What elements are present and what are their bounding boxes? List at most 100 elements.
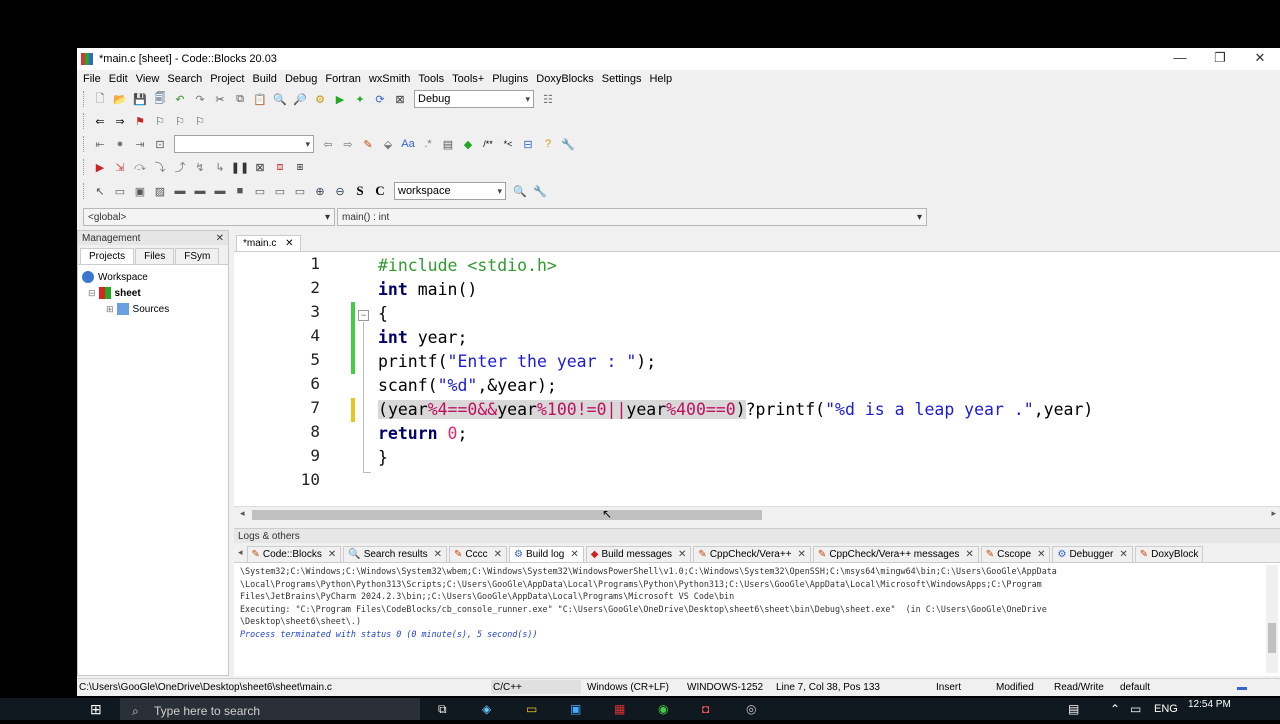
tree-item-workspace[interactable]: Workspace: [82, 269, 224, 285]
highlight-icon[interactable]: ✎: [360, 136, 376, 152]
tab-cppcheck-messages[interactable]: ✎ CppCheck/Vera++ messages ✕: [812, 546, 979, 562]
bookmark-next-icon[interactable]: ⚐: [172, 113, 188, 129]
align-3-icon[interactable]: ▬: [212, 183, 228, 199]
build-log-output[interactable]: \System32;C:\Windows;C:\Windows\System32…: [234, 563, 1280, 669]
new-file-icon[interactable]: 🗋: [92, 91, 108, 107]
bookmark-prev-icon[interactable]: ⚐: [152, 113, 168, 129]
doxyblocks-icon[interactable]: ▤: [440, 136, 456, 152]
tab-files[interactable]: Files: [135, 248, 175, 264]
scroll-right-icon[interactable]: ▸: [1271, 508, 1276, 519]
restore-button[interactable]: ❐: [1200, 48, 1240, 70]
next-instruction-icon[interactable]: ↯: [192, 159, 208, 175]
save-icon[interactable]: 💾: [132, 91, 148, 107]
build-gear-icon[interactable]: ⚙: [312, 91, 328, 107]
rebuild-icon[interactable]: ⟳: [372, 91, 388, 107]
menu-plugins[interactable]: Plugins: [490, 73, 534, 85]
close-icon[interactable]: ✕: [678, 549, 686, 560]
menu-file[interactable]: File: [81, 73, 107, 85]
scope-select[interactable]: <global> ▾: [83, 208, 335, 226]
clock-time[interactable]: 12:54 PM: [1188, 699, 1231, 710]
next-line-icon[interactable]: ⤼: [132, 159, 148, 175]
search-combo[interactable]: ▾: [174, 135, 314, 153]
frame-icon[interactable]: ▭: [112, 183, 128, 199]
run-to-cursor-icon[interactable]: ⇲: [112, 159, 128, 175]
edit-icon[interactable]: ▨: [152, 183, 168, 199]
log-vertical-scrollbar[interactable]: [1266, 565, 1278, 673]
paste-icon[interactable]: 📋: [252, 91, 268, 107]
toolbar-grip[interactable]: [83, 113, 86, 129]
symbol-c-icon[interactable]: C: [372, 183, 388, 199]
minimize-button[interactable]: —: [1160, 48, 1200, 70]
tab-build-messages[interactable]: ◆ Build messages ✕: [585, 546, 692, 562]
tab-codeblocks-log[interactable]: ✎ Code::Blocks ✕: [246, 546, 342, 562]
debug-window-icon[interactable]: ⊡: [152, 136, 168, 152]
symbol-settings-icon[interactable]: 🔧: [532, 183, 548, 199]
log-scrollbar-thumb[interactable]: [1268, 623, 1276, 653]
menu-view[interactable]: View: [134, 73, 166, 85]
symbol-search-icon[interactable]: 🔍: [512, 183, 528, 199]
bookmark-clear-icon[interactable]: ⚐: [192, 113, 208, 129]
collapse-icon[interactable]: ⊟: [88, 288, 96, 299]
menu-edit[interactable]: Edit: [107, 73, 134, 85]
menu-settings[interactable]: Settings: [600, 73, 648, 85]
jump-forward-icon[interactable]: ⇒: [112, 113, 128, 129]
stop-icon[interactable]: ⊠: [252, 159, 268, 175]
step-into-icon[interactable]: ⤵: [152, 159, 168, 175]
cut-icon[interactable]: ✂: [212, 91, 228, 107]
find-icon[interactable]: 🔍: [272, 91, 288, 107]
bookmark-toggle-icon[interactable]: ⚑: [132, 113, 148, 129]
copilot-icon[interactable]: ◈: [482, 702, 491, 716]
tree-item-sources[interactable]: ⊞ Sources: [82, 301, 224, 317]
taskbar-search-box[interactable]: ⌕ Type here to search: [120, 698, 420, 720]
language-indicator[interactable]: ENG: [1154, 703, 1178, 715]
regex-icon[interactable]: .*: [420, 136, 436, 152]
menu-doxyblocks[interactable]: DoxyBlocks: [534, 73, 599, 85]
copy-icon[interactable]: ⧉: [232, 91, 248, 107]
debug-info-icon[interactable]: ⧆: [292, 159, 308, 175]
task-view-icon[interactable]: ⧉: [438, 702, 447, 717]
symbol-s-icon[interactable]: S: [352, 183, 368, 199]
debug-windows-icon[interactable]: ⧈: [272, 159, 288, 175]
pause-icon[interactable]: ❚❚: [231, 159, 249, 175]
scroll-tabs-left-icon[interactable]: ◂: [238, 547, 243, 558]
close-button[interactable]: ✕: [1240, 48, 1280, 70]
store-icon[interactable]: ▣: [570, 702, 581, 716]
toolbar-grip[interactable]: [83, 183, 86, 199]
open-file-icon[interactable]: 📂: [112, 91, 128, 107]
build-and-run-icon[interactable]: ✦: [352, 91, 368, 107]
match-case-icon[interactable]: Aa: [400, 136, 416, 152]
block-comment-icon[interactable]: /**: [480, 136, 496, 152]
pointer-icon[interactable]: ↖: [92, 183, 108, 199]
zoom-out-icon[interactable]: ⊖: [332, 183, 348, 199]
close-icon[interactable]: ✕: [216, 233, 224, 244]
panel-1-icon[interactable]: ▭: [252, 183, 268, 199]
obs-icon[interactable]: ◎: [746, 702, 756, 716]
step-into-instruction-icon[interactable]: ↳: [212, 159, 228, 175]
tree-item-project[interactable]: ⊟ sheet: [82, 285, 224, 301]
close-icon[interactable]: ✕: [1037, 549, 1045, 560]
codeblocks-taskbar-icon[interactable]: ▦: [614, 702, 625, 716]
toolbar-grip[interactable]: [83, 136, 86, 152]
align-1-icon[interactable]: ▬: [172, 183, 188, 199]
scroll-left-icon[interactable]: ◂: [240, 508, 245, 519]
tray-app-icon[interactable]: ▤: [1068, 702, 1079, 716]
tab-search-results[interactable]: 🔍 Search results ✕: [343, 546, 447, 562]
close-icon[interactable]: ✕: [434, 549, 442, 560]
save-all-icon[interactable]: 🗐: [152, 91, 168, 107]
menu-fortran[interactable]: Fortran: [323, 73, 366, 85]
step-out-icon[interactable]: ⤴: [172, 159, 188, 175]
panel-3-icon[interactable]: ▭: [292, 183, 308, 199]
close-icon[interactable]: ✕: [1119, 549, 1127, 560]
help-docs-icon[interactable]: ?: [540, 136, 556, 152]
code-area[interactable]: #include <stdio.h> int main() { int year…: [378, 252, 1280, 504]
tab-cscope[interactable]: ✎ Cscope ✕: [980, 546, 1051, 562]
extract-docs-icon[interactable]: ⊟: [520, 136, 536, 152]
preferences-icon[interactable]: 🔧: [560, 136, 576, 152]
tab-cppcheck[interactable]: ✎ CppCheck/Vera++ ✕: [693, 546, 811, 562]
find-next-icon[interactable]: ⇨: [340, 136, 356, 152]
menu-search[interactable]: Search: [165, 73, 208, 85]
align-4-icon[interactable]: ■: [232, 183, 248, 199]
menu-help[interactable]: Help: [647, 73, 678, 85]
show-hidden-icons[interactable]: ⌃: [1110, 702, 1120, 716]
close-icon[interactable]: ✕: [285, 238, 293, 249]
